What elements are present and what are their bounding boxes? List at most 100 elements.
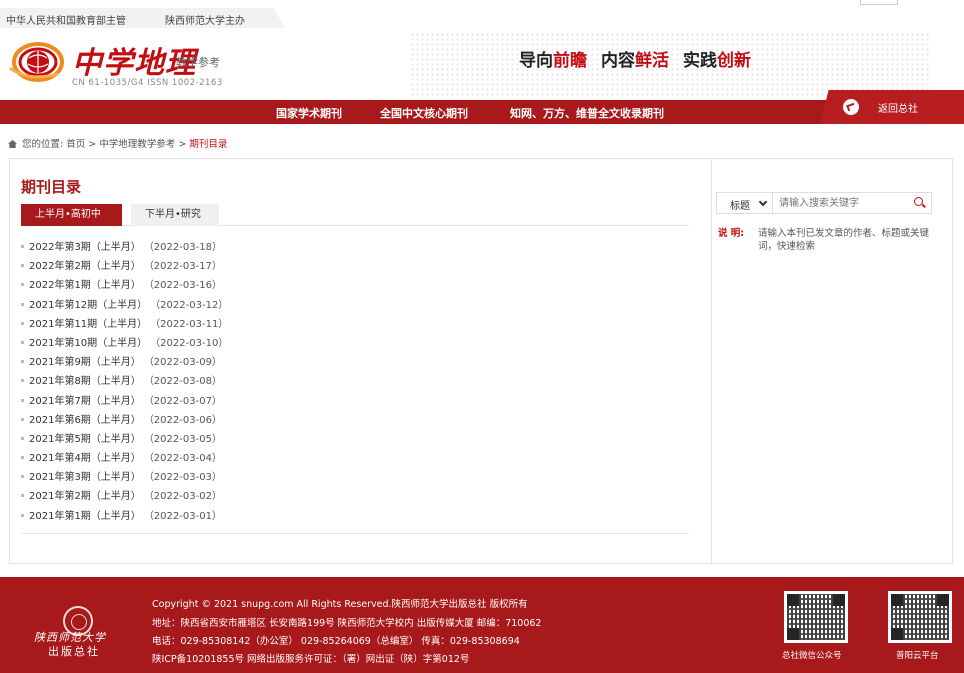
issue-date: （2022-03-08） [148,376,222,388]
issue-list-item[interactable]: 2021年第2期（上半月） （2022-03-02） [21,487,228,506]
issue-link[interactable]: 2022年第1期（上半月） [29,280,141,291]
issue-date: （2022-03-03） [148,472,222,484]
search-icon[interactable] [914,197,923,206]
issue-list-item[interactable]: 2021年第7期（上半月） （2022-03-07） [21,392,228,411]
journal-logo-subtitle: 教学参考 [176,56,220,69]
issue-link[interactable]: 2021年第1期（上半月） [29,511,141,522]
issue-list-item[interactable]: 2021年第9期（上半月） （2022-03-09） [21,353,228,372]
breadcrumb-separator: > [88,139,97,150]
issue-link[interactable]: 2021年第6期（上半月） [29,415,141,426]
issue-date: （2022-03-10） [155,337,229,349]
issue-link[interactable]: 2021年第9期（上半月） [29,357,141,368]
cloud-platform-qr-label[interactable]: 普阳云平台 [896,649,939,661]
issue-list-item[interactable]: 2021年第11期（上半月） （2022-03-11） [21,315,228,334]
issue-link[interactable]: 2021年第12期（上半月） [29,300,147,311]
globe-logo-icon[interactable] [8,38,64,86]
publisher-subname: 出版总社 [48,645,100,658]
issue-list-item[interactable]: 2021年第4期（上半月） （2022-03-04） [21,449,228,468]
bullet-icon [21,513,24,517]
issue-date: （2022-03-06） [148,414,222,426]
issue-link[interactable]: 2021年第3期（上半月） [29,472,141,483]
slogan: 导向前瞻 内容鲜活 实践创新 [519,46,751,71]
issue-list-item[interactable]: 2021年第3期（上半月） （2022-03-03） [21,468,228,487]
bullet-icon [21,494,24,498]
issue-date: （2022-03-04） [148,453,222,465]
wechat-qr-label[interactable]: 总社微信公众号 [782,649,842,661]
issue-link[interactable]: 2021年第11期（上半月） [29,319,147,330]
tab-first-half-month[interactable]: 上半月•高初中 [21,204,122,226]
supervisor-text: 中华人民共和国教育部主管 [6,16,126,27]
issue-date: （2022-03-12） [155,299,229,311]
bullet-icon [21,398,24,402]
breadcrumb-section-link[interactable]: 中学地理教学参考 [99,139,175,150]
search-input[interactable] [779,195,903,211]
breadcrumb-current: 期刊目录 [189,139,228,150]
search-note: 说 明: 请输入本刊已发文章的作者、标题或关键词，快速检索 [718,227,932,253]
bullet-icon [21,321,24,325]
journal-codes: CN 61-1035/G4 ISSN 1002-2163 [72,78,223,88]
site-header: 中学地理 教学参考 CN 61-1035/G4 ISSN 1002-2163 导… [0,28,964,100]
slogan-part-highlight: 鲜活 [635,51,669,71]
sponsor-text: 陕西师范大学主办 [165,16,245,27]
issue-list-item[interactable]: 2021年第6期（上半月） （2022-03-06） [21,411,228,430]
issue-date: （2022-03-17） [148,261,222,273]
footer-phone: 电话：029-85308142（办公室） 029-85264069（总编室） 传… [152,636,520,647]
issue-list-item[interactable]: 2021年第1期（上半月） （2022-03-01） [21,507,228,526]
slogan-part: 导向 [519,51,553,71]
bullet-icon [21,475,24,479]
issue-date: （2022-03-11） [155,318,229,330]
search-field-select[interactable]: 标题 [717,193,773,213]
bullet-icon [21,245,24,248]
issue-list-item[interactable]: 2022年第1期（上半月） （2022-03-16） [21,276,228,295]
issue-list-item[interactable]: 2022年第2期（上半月） （2022-03-17） [21,257,228,276]
issue-link[interactable]: 2021年第7期（上半月） [29,396,141,407]
column-divider [711,159,712,563]
nav-bar: 国家学术期刊 全国中文核心期刊 知网、万方、维普全文收录期刊 返回总社 [0,90,964,124]
slogan-part: 实践 [683,51,717,71]
issue-list: 2022年第3期（上半月） （2022-03-18） 2022年第2期（上半月） （2… [21,238,228,526]
nav-item-national-journal[interactable]: 国家学术期刊 [276,105,342,121]
issue-link[interactable]: 2022年第3期（上半月） [29,242,141,253]
return-headquarters-label: 返回总社 [878,104,918,115]
nav-item-core-journal[interactable]: 全国中文核心期刊 [380,105,468,121]
issue-list-item[interactable]: 2021年第5期（上半月） （2022-03-05） [21,430,228,449]
issue-link[interactable]: 2021年第10期（上半月） [29,338,147,349]
bullet-icon [21,360,24,364]
bullet-icon [21,340,24,344]
issue-link[interactable]: 2021年第2期（上半月） [29,491,141,502]
top-right-widget[interactable] [860,0,898,5]
back-arrow-icon [843,99,859,115]
issue-date: （2022-03-01） [148,510,222,522]
issue-link[interactable]: 2022年第2期（上半月） [29,261,141,272]
footer-address: 地址：陕西省西安市雁塔区 长安南路199号 陕西师范大学校内 出版传媒大厦 邮编… [152,618,542,629]
issue-tabs: 上半月•高初中 下半月•研究 [21,204,689,226]
breadcrumb-home-link[interactable]: 首页 [66,139,85,150]
return-headquarters-button[interactable]: 返回总社 [820,90,964,124]
issue-link[interactable]: 2021年第8期（上半月） [29,376,141,387]
issue-link[interactable]: 2021年第4期（上半月） [29,453,141,464]
slogan-part-highlight: 创新 [717,51,751,71]
breadcrumb: 您的位置: 首页 > 中学地理教学参考 > 期刊目录 [8,136,227,150]
chevron-down-icon [758,197,768,207]
issue-list-item[interactable]: 2021年第10期（上半月） （2022-03-10） [21,334,228,353]
issue-link[interactable]: 2021年第5期（上半月） [29,434,141,445]
issue-date: （2022-03-07） [148,395,222,407]
bullet-icon [21,456,24,460]
search-box: 标题 [716,192,932,214]
main-panel: 期刊目录 上半月•高初中 下半月•研究 2022年第3期（上半月） （2022-0… [9,158,953,564]
bullet-icon [21,379,24,383]
bullet-icon [21,264,24,268]
cloud-platform-qr-code [888,591,952,643]
site-footer: 陕西师范大学 出版总社 Copyright © 2021 snupg.com A… [0,577,964,673]
tab-second-half-month[interactable]: 下半月•研究 [131,204,219,226]
slogan-part: 内容 [601,51,635,71]
nav-item-indexed-journal[interactable]: 知网、万方、维普全文收录期刊 [510,105,664,121]
issue-list-item[interactable]: 2022年第3期（上半月） （2022-03-18） [21,238,228,257]
bullet-icon [21,302,24,306]
bullet-icon [21,436,24,440]
issue-list-item[interactable]: 2021年第8期（上半月） （2022-03-08） [21,372,228,391]
note-label: 说 明: [718,228,745,239]
issue-date: （2022-03-09） [148,357,222,369]
issue-list-item[interactable]: 2021年第12期（上半月） （2022-03-12） [21,296,228,315]
issue-date: （2022-03-05） [148,433,222,445]
